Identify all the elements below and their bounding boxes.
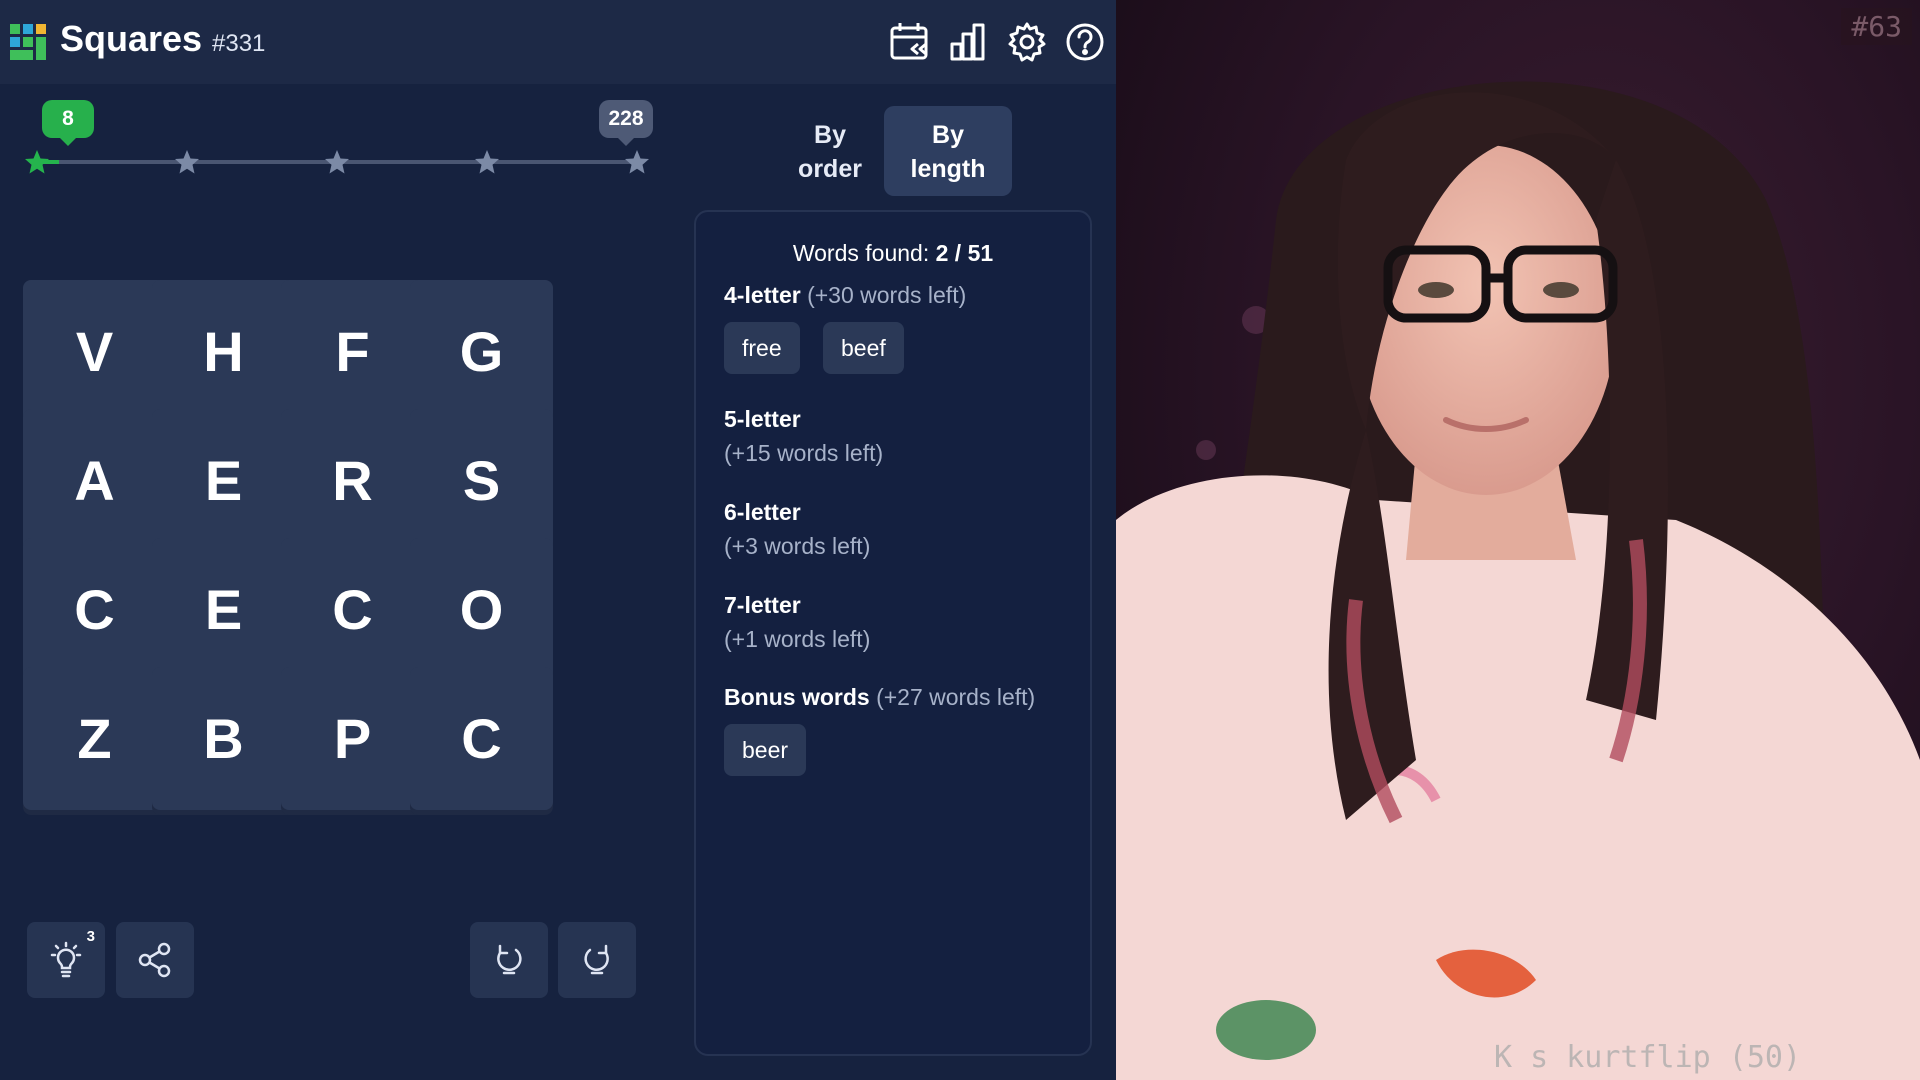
letter-tile[interactable]: F [281,280,424,423]
words-found-count: Words found: 2 / 51 [696,240,1090,267]
stream-caption-overlay: K s kurtflip (50) [1494,1040,1802,1075]
milestone-star-icon [324,149,350,175]
stats-icon[interactable] [946,20,990,64]
letter-tile[interactable]: R [281,409,424,552]
words-found-value: 2 / 51 [935,240,994,266]
letter-tile[interactable]: O [410,538,553,681]
group-bonus-words: Bonus words (+27 words left) [724,684,1035,711]
letter-tile[interactable]: G [410,280,553,423]
settings-icon[interactable] [1005,20,1049,64]
top-bar: Squares #331 [0,0,1116,84]
group-5-letter-left: (+15 words left) [724,440,884,466]
streamer-webcam-image [1116,81,1920,1080]
rotate-right-icon [584,944,609,975]
letter-grid: VHFGAERSCECOZBPC [23,280,643,900]
letter-tile[interactable]: C [410,667,553,810]
letter-tile[interactable]: C [281,538,424,681]
sort-by-order-button[interactable]: By order [766,106,894,196]
group-6-letter-title: 6-letter [724,499,801,525]
score-progress: 8 228 [24,100,653,180]
words-found-panel: Words found: 2 / 51 4-letter (+30 words … [694,210,1092,1056]
group-title: Bonus words [724,684,870,710]
rotate-right-button[interactable] [558,922,636,998]
sort-by-length-line2: length [910,155,986,183]
calendar-archive-icon[interactable] [888,20,932,64]
found-word-chip[interactable]: beer [724,724,807,776]
webcam-feed: #63 K s kurtflip (50) [1116,0,1920,1080]
letter-tile[interactable]: A [23,409,166,552]
letter-tile[interactable]: B [152,667,295,810]
group-4-letter: 4-letter (+30 words left) [724,282,966,309]
puzzle-number: #331 [212,30,266,57]
share-icon [138,942,171,978]
letter-tile[interactable]: S [410,409,553,552]
game-panel: Squares #331 8 228 V H F G A E R S C E C… [0,0,1116,1080]
squares-logo-icon [10,24,46,60]
sort-by-length-line1: By [932,121,964,149]
letter-tile[interactable]: E [152,409,295,552]
help-icon[interactable] [1063,20,1107,64]
score-badge: 8 [42,100,94,146]
sort-by-length-button[interactable]: By length [884,106,1012,196]
app-title: Squares [60,18,203,59]
share-button[interactable] [116,922,194,998]
rotate-left-icon [497,944,522,975]
group-words-left: (+30 words left) [807,282,967,308]
words-found-label: Words found: [792,240,936,266]
max-score-badge: 228 [599,100,653,146]
found-word-chip[interactable]: free [724,322,800,374]
letter-tile[interactable]: H [152,280,295,423]
found-word-chip[interactable]: beef [823,322,904,374]
rotate-left-button[interactable] [470,922,548,998]
letter-tile[interactable]: P [281,667,424,810]
stream-counter-overlay: #63 [1841,8,1912,45]
group-7-letter-left: (+1 words left) [724,626,871,652]
lightbulb-icon [50,941,82,978]
letter-tile[interactable]: V [23,280,166,423]
sort-by-order-line2: order [798,155,862,183]
screen: Squares #331 8 228 V H F G A E R S C E C… [0,0,1920,1080]
milestone-star-icon [24,149,50,175]
group-6-letter-left: (+3 words left) [724,533,871,559]
letter-tile[interactable]: C [23,538,166,681]
milestone-star-icon [174,149,200,175]
milestone-star-icon [624,149,650,175]
group-7-letter-title: 7-letter [724,592,801,618]
group-words-left: (+27 words left) [876,684,1036,710]
milestone-star-icon [474,149,500,175]
letter-tile[interactable]: Z [23,667,166,810]
sort-by-order-line1: By [814,121,846,149]
hint-count: 3 [86,928,95,945]
letter-tile[interactable]: E [152,538,295,681]
hint-button[interactable]: 3 [27,922,105,998]
group-title: 4-letter [724,282,801,308]
group-5-letter-title: 5-letter [724,406,801,432]
